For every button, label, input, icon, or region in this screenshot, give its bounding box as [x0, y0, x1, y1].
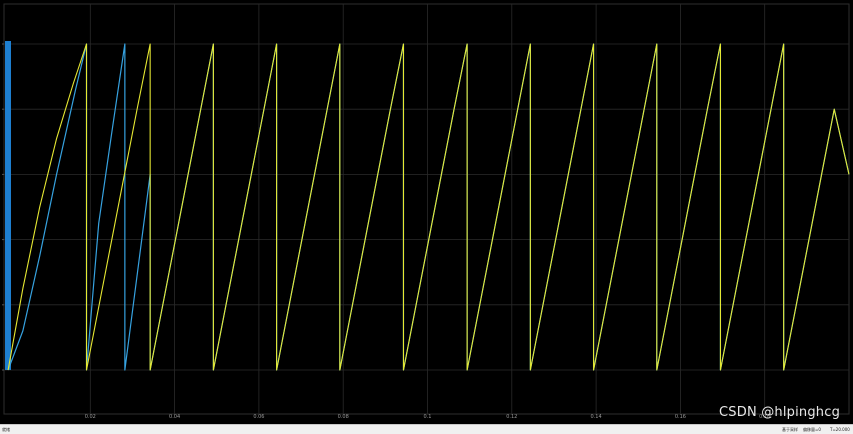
y-tick-2: [2, 239, 4, 241]
watermark: CSDN @hlpinghcg: [719, 405, 841, 420]
x-tick-label-4: 0.1: [424, 414, 432, 420]
x-tick-label-2: 0.06: [253, 414, 264, 420]
status-bar: 就绪 基于采样 偏移量=0 T=20.000: [0, 424, 853, 434]
status-sample-mode[interactable]: 基于采样: [782, 427, 798, 433]
plot-area[interactable]: 0.02 0.04 0.06 0.08 0.1 0.12 0.14 0.16 0.18: [0, 0, 853, 424]
x-tick-label-3: 0.08: [338, 414, 349, 420]
status-ready: 就绪: [2, 427, 10, 432]
x-tick-label-1: 0.04: [169, 414, 180, 420]
status-time: T=20.000: [830, 427, 850, 432]
y-tick-4: [2, 108, 4, 110]
scope-display: 0.02 0.04 0.06 0.08 0.1 0.12 0.14 0.16 0.18 CSDN…: [0, 0, 853, 434]
y-tick-3: [2, 173, 4, 175]
y-tick-0: [2, 369, 4, 371]
x-tick-label-6: 0.14: [591, 414, 602, 420]
y-tick-1: [2, 304, 4, 306]
x-tick-label-0: 0.02: [85, 414, 96, 420]
status-offset: 偏移量=0: [803, 427, 821, 432]
x-tick-label-5: 0.12: [506, 414, 517, 420]
start-marker: [5, 41, 11, 370]
x-tick-label-7: 0.16: [675, 414, 686, 420]
y-tick-5: [2, 43, 4, 45]
